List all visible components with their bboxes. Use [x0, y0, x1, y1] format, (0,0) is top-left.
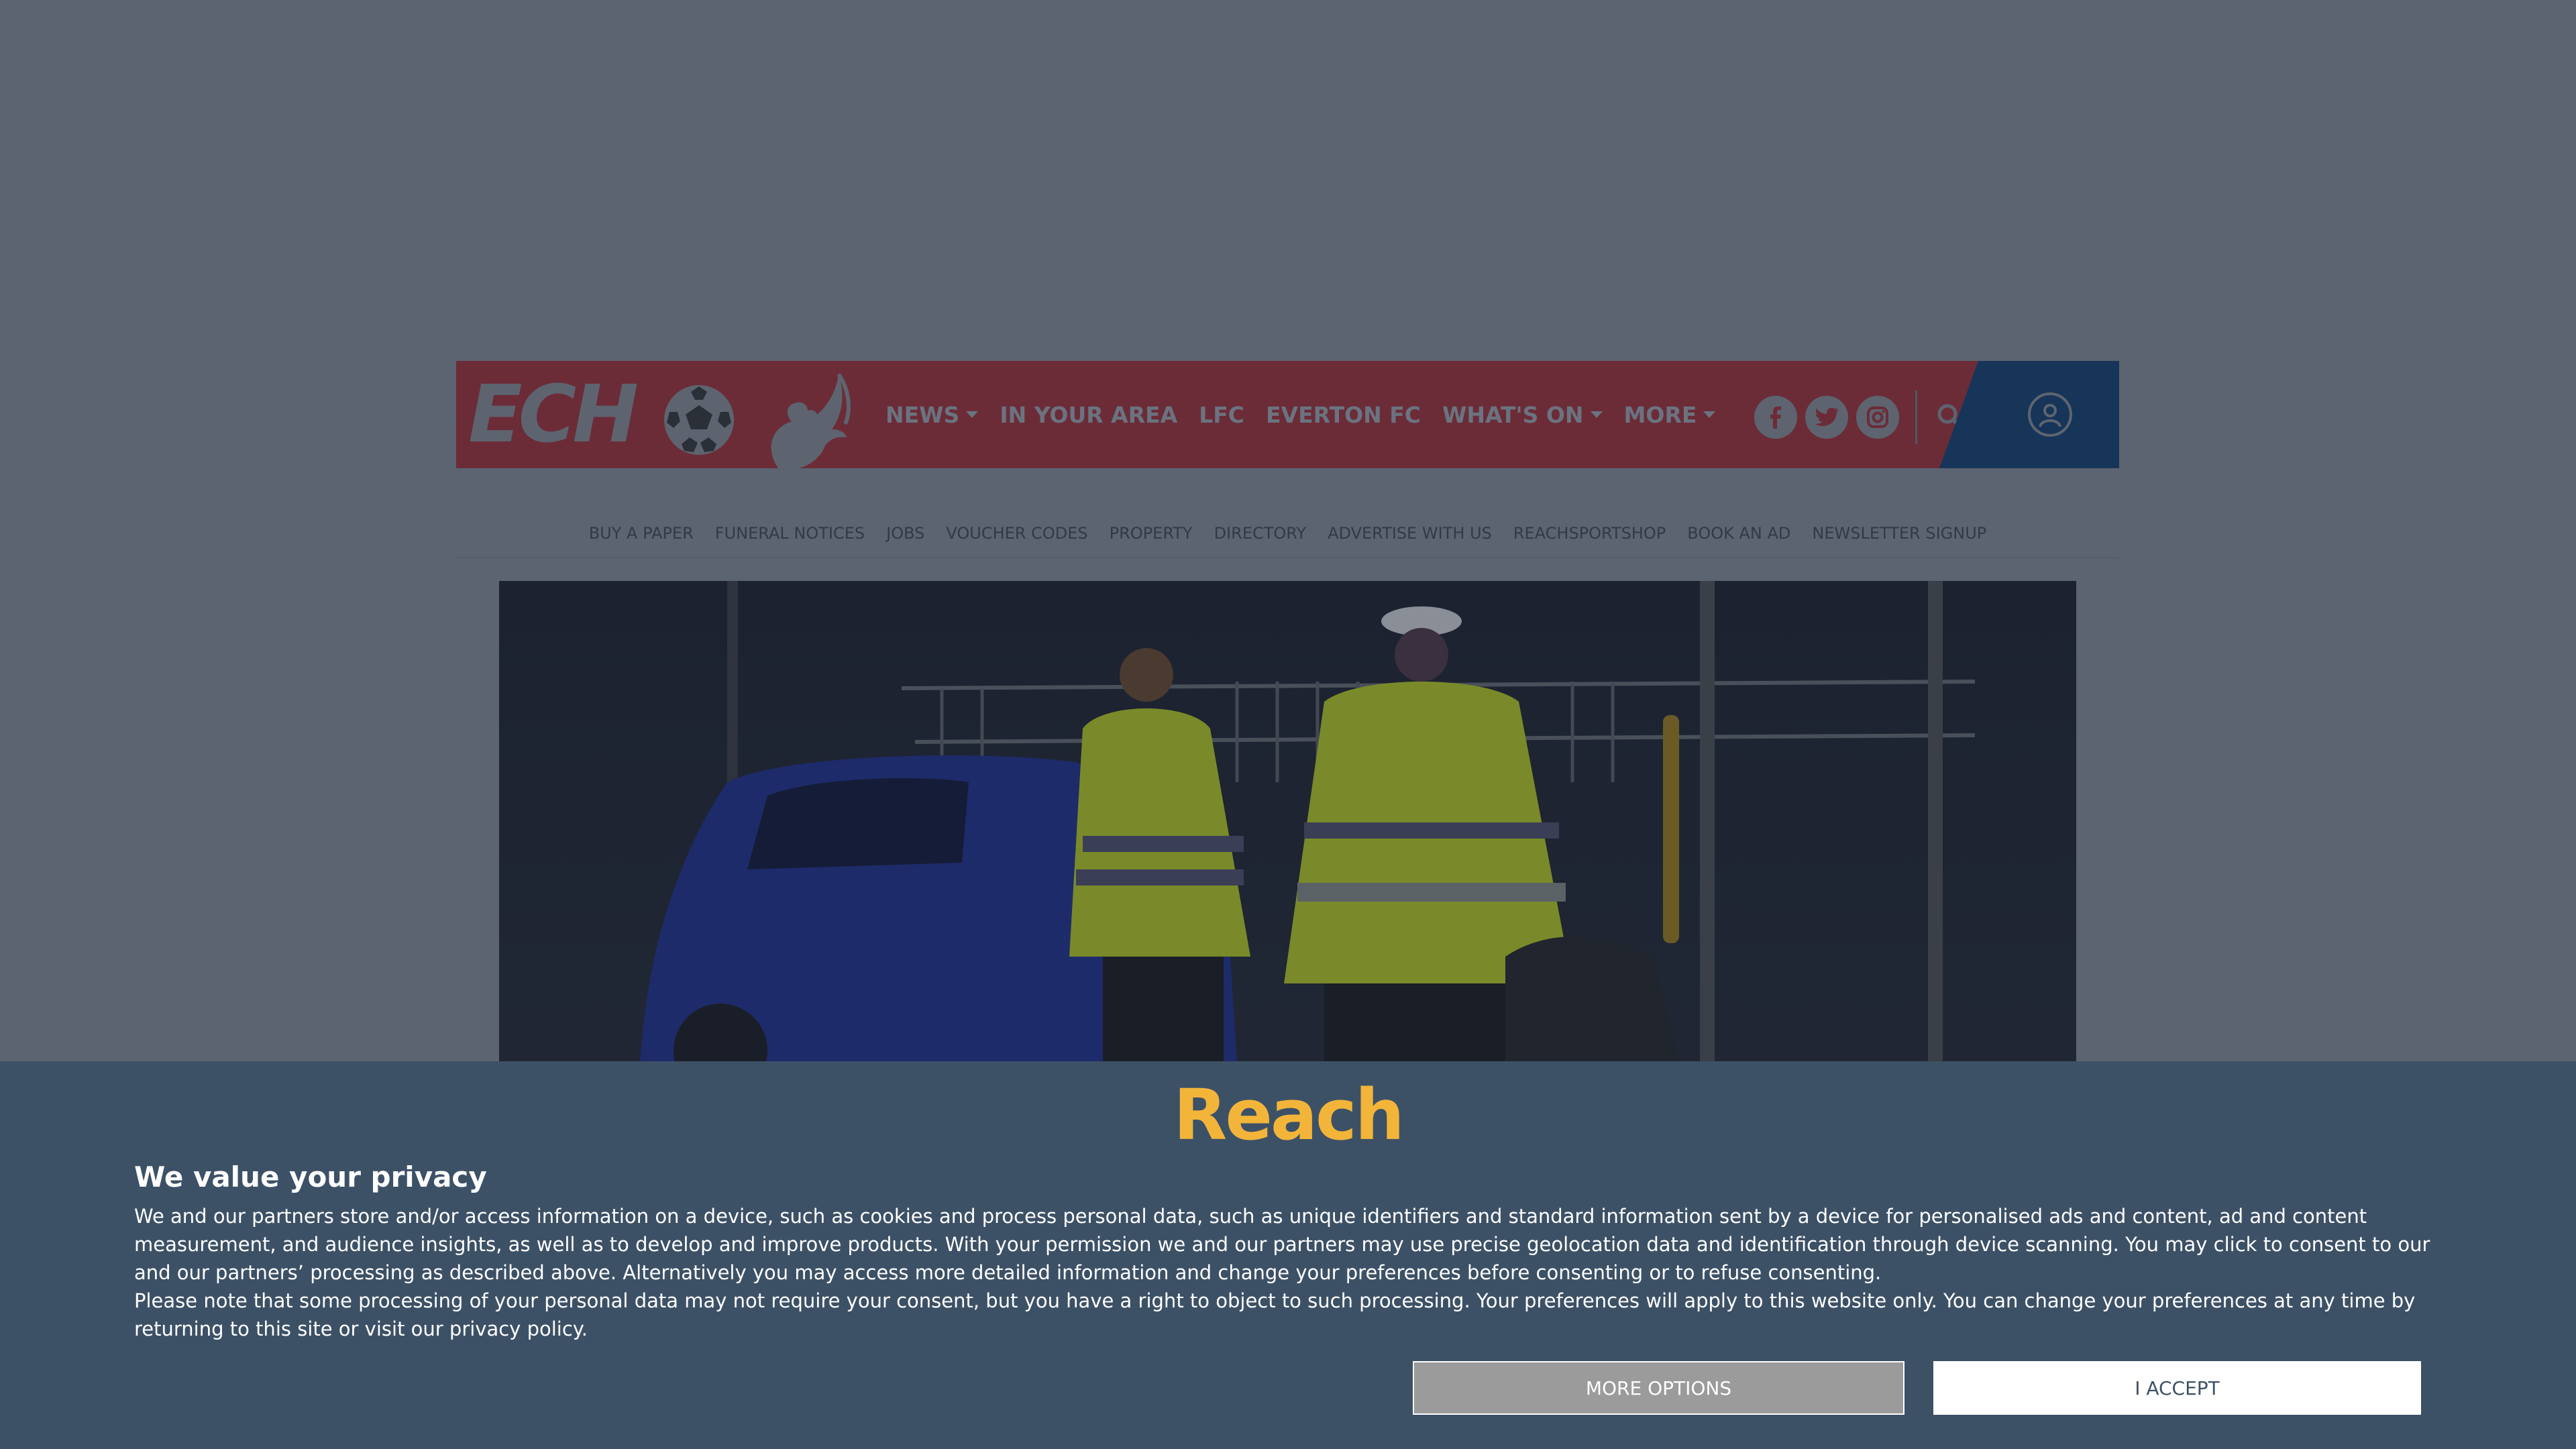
nav-item-everton-fc[interactable]: EVERTON FC	[1266, 402, 1421, 428]
subnav-reachsportshop[interactable]: REACHSPORTSHOP	[1513, 524, 1666, 543]
consent-body: We and our partners store and/or access …	[134, 1202, 2442, 1343]
chevron-down-icon	[1703, 411, 1716, 418]
subnav-funeral-notices[interactable]: FUNERAL NOTICES	[715, 524, 865, 543]
site-header: ECH NEWS IN YOUR AREA LFC EVERTON FC WHA…	[456, 361, 2119, 468]
nav-label: MORE	[1623, 401, 1697, 428]
nav-item-in-your-area[interactable]: IN YOUR AREA	[1000, 402, 1177, 428]
subnav-jobs[interactable]: JOBS	[886, 524, 924, 543]
logo-wordmark: ECH	[468, 368, 639, 460]
accept-button[interactable]: I ACCEPT	[1933, 1361, 2421, 1415]
subnav-newsletter-signup[interactable]: NEWSLETTER SIGNUP	[1812, 524, 1986, 543]
chevron-down-icon	[966, 411, 979, 418]
secondary-navigation: BUY A PAPER FUNERAL NOTICES JOBS VOUCHER…	[456, 510, 2119, 558]
nav-item-lfc[interactable]: LFC	[1199, 402, 1244, 428]
twitter-icon[interactable]	[1805, 396, 1848, 439]
reach-logo: Reach	[1173, 1074, 1404, 1156]
nav-label: NEWS	[885, 401, 960, 428]
social-links	[1754, 390, 1971, 444]
more-options-button[interactable]: MORE OPTIONS	[1413, 1361, 1904, 1415]
header-divider	[1915, 390, 1917, 444]
liver-bird-icon	[771, 373, 851, 468]
football-icon	[664, 385, 734, 455]
nav-item-whats-on[interactable]: WHAT'S ON	[1442, 402, 1603, 428]
privacy-consent-banner: Reach We value your privacy We and our p…	[0, 1061, 2576, 1449]
subnav-directory[interactable]: DIRECTORY	[1214, 524, 1307, 543]
account-panel	[1939, 361, 2119, 468]
echo-logo[interactable]: ECH	[468, 368, 884, 468]
subnav-buy-a-paper[interactable]: BUY A PAPER	[589, 524, 694, 543]
nav-item-more[interactable]: MORE	[1624, 402, 1716, 428]
account-icon[interactable]	[2028, 392, 2072, 437]
subnav-property[interactable]: PROPERTY	[1110, 524, 1193, 543]
subnav-advertise-with-us[interactable]: ADVERTISE WITH US	[1328, 524, 1492, 543]
subnav-voucher-codes[interactable]: VOUCHER CODES	[946, 524, 1087, 543]
chevron-down-icon	[1590, 411, 1603, 418]
consent-paragraph: Please note that some processing of your…	[134, 1289, 2416, 1340]
nav-label: EVERTON FC	[1266, 401, 1421, 428]
main-navigation: NEWS IN YOUR AREA LFC EVERTON FC WHAT'S …	[885, 361, 1737, 468]
nav-label: LFC	[1199, 401, 1245, 428]
instagram-icon[interactable]	[1856, 396, 1899, 439]
nav-item-news[interactable]: NEWS	[885, 401, 979, 428]
facebook-icon[interactable]	[1754, 396, 1797, 439]
nav-label: IN YOUR AREA	[1000, 401, 1178, 428]
ad-slot	[0, 0, 2576, 361]
consent-paragraph: We and our partners store and/or access …	[134, 1205, 2430, 1284]
consent-title: We value your privacy	[134, 1161, 487, 1193]
subnav-book-an-ad[interactable]: BOOK AN AD	[1687, 524, 1790, 543]
nav-label: WHAT'S ON	[1442, 401, 1584, 428]
